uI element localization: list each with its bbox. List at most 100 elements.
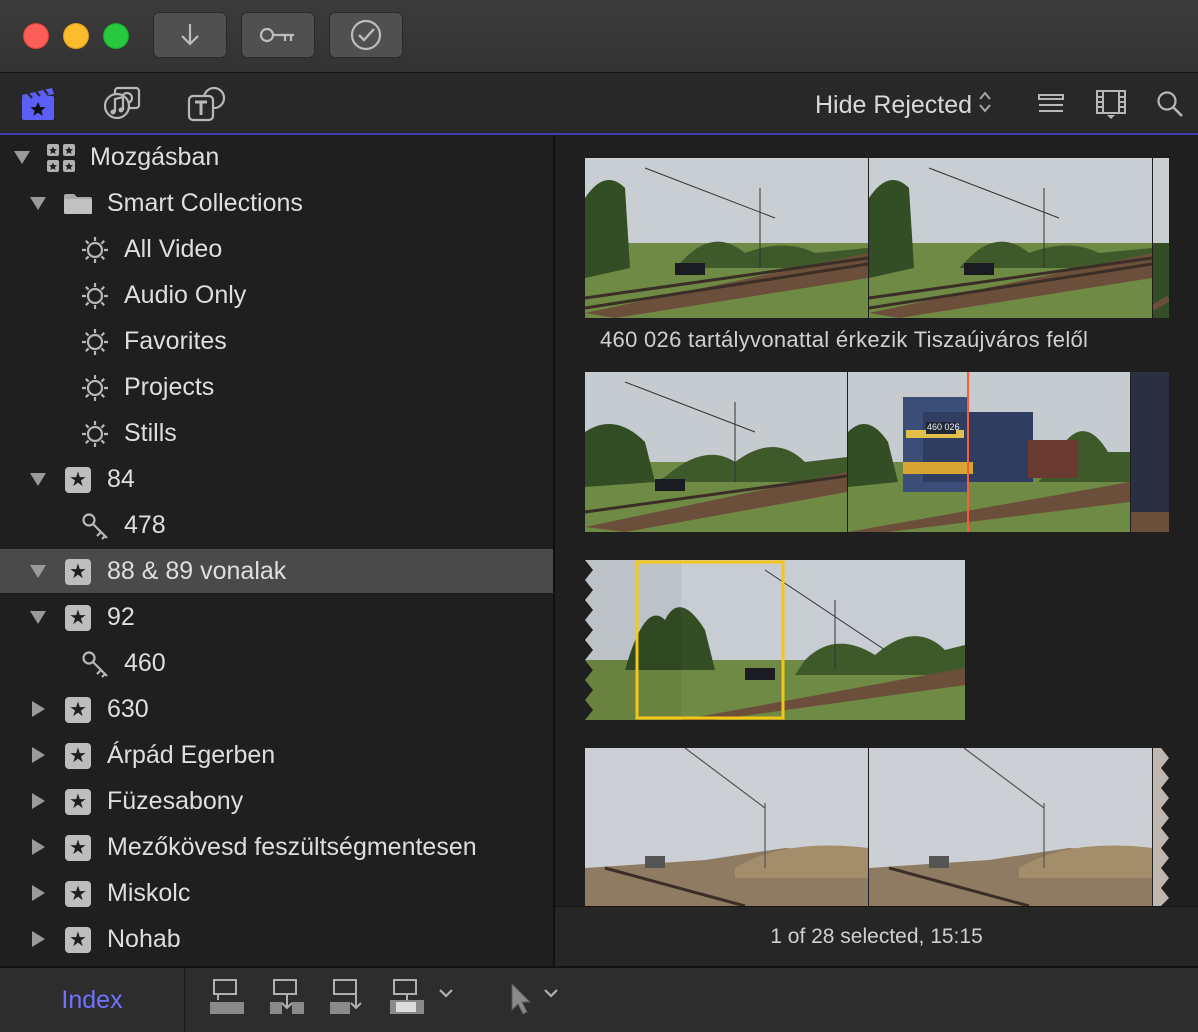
sidebar-item-label: Mozgásban (90, 143, 220, 171)
disclosure-collapsed-icon[interactable] (28, 929, 48, 949)
libraries-icon[interactable] (18, 85, 58, 123)
sidebar-item-füzesabony[interactable]: ★ Füzesabony (0, 779, 553, 823)
sidebar-item-92[interactable]: ★ 92 (0, 595, 553, 639)
clip-filmstrip-frame[interactable] (585, 560, 965, 720)
folder-icon (63, 189, 93, 219)
sidebar-item-label: Projects (124, 373, 215, 401)
sidebar-item-label: Nohab (107, 925, 181, 953)
append-clip-icon[interactable] (328, 978, 366, 1018)
sidebar-item-label: 92 (107, 603, 135, 631)
sidebar-item-label: Smart Collections (107, 189, 303, 217)
clip-filmstrip-frame[interactable] (1131, 372, 1169, 532)
minimize-window-button[interactable] (63, 23, 89, 49)
select-tool-icon[interactable] (508, 982, 532, 1016)
timeline-toolbar: Index (0, 966, 1198, 1032)
edit-options-chevron-icon[interactable] (436, 986, 456, 1000)
clip-filmstrip-frame[interactable] (585, 748, 868, 906)
sidebar-item-460[interactable]: 460 (0, 641, 553, 685)
smart-collection-icon (80, 373, 110, 403)
smart-collection-icon (80, 419, 110, 449)
selection-status: 1 of 28 selected, 15:15 (555, 906, 1198, 967)
disclosure-collapsed-icon[interactable] (28, 791, 48, 811)
sidebar-item-label: Stills (124, 419, 177, 447)
library-sidebar: Mozgásban Smart Collections All Video Audio… (0, 135, 555, 966)
event-star-icon: ★ (63, 925, 93, 955)
sidebar-item-88-89-vonalak[interactable]: ★ 88 & 89 vonalak (0, 549, 553, 593)
keyword-icon (80, 649, 110, 679)
titles-generators-icon[interactable] (186, 85, 226, 123)
clip-filmstrip-frame[interactable] (1153, 158, 1169, 318)
smart-collection-icon (80, 281, 110, 311)
list-view-icon[interactable] (1031, 85, 1071, 123)
search-icon[interactable] (1150, 85, 1190, 123)
disclosure-expanded-icon[interactable] (12, 147, 32, 167)
sidebar-item-label: Árpád Egerben (107, 741, 276, 769)
sidebar-item-smart-collections[interactable]: Smart Collections (0, 181, 553, 225)
event-star-icon: ★ (63, 603, 93, 633)
keywords-button[interactable] (241, 12, 315, 58)
disclosure-expanded-icon[interactable] (28, 561, 48, 581)
sidebar-item-label: 84 (107, 465, 135, 493)
browser-toolbar: Hide Rejected (0, 73, 1198, 135)
filmstrip-view-icon[interactable] (1091, 85, 1131, 123)
overwrite-clip-icon[interactable] (388, 978, 426, 1018)
library-icon (46, 143, 76, 173)
tools-chevron-icon[interactable] (541, 986, 561, 1000)
clip-filmstrip-frame[interactable] (585, 158, 868, 318)
event-star-icon: ★ (63, 465, 93, 495)
import-button[interactable] (153, 12, 227, 58)
clip-browser: 460 026 tartályvonattal érkezik Tiszaújv… (555, 135, 1198, 906)
sidebar-item-label: Favorites (124, 327, 227, 355)
sidebar-item-label: 460 (124, 649, 166, 677)
clip-filmstrip-frame[interactable] (869, 158, 1152, 318)
connect-clip-icon[interactable] (208, 978, 246, 1018)
event-star-icon: ★ (63, 833, 93, 863)
sidebar-item-árpád-egerben[interactable]: ★ Árpád Egerben (0, 733, 553, 777)
sidebar-item-projects[interactable]: Projects (0, 365, 553, 409)
sidebar-item-label: All Video (124, 235, 223, 263)
event-star-icon: ★ (63, 787, 93, 817)
title-bar (0, 0, 1198, 73)
insert-clip-icon[interactable] (268, 978, 306, 1018)
disclosure-collapsed-icon[interactable] (28, 745, 48, 765)
event-star-icon: ★ (63, 741, 93, 771)
disclosure-collapsed-icon[interactable] (28, 883, 48, 903)
photos-audio-icon[interactable] (102, 85, 142, 123)
sidebar-item-label: Miskolc (107, 879, 191, 907)
sidebar-item-84[interactable]: ★ 84 (0, 457, 553, 501)
clip-title: 460 026 tartályvonattal érkezik Tiszaújv… (600, 327, 1089, 352)
clip-filmstrip-frame[interactable]: 460 026 (848, 372, 1130, 532)
sidebar-item-stills[interactable]: Stills (0, 411, 553, 455)
sidebar-item-miskolc[interactable]: ★ Miskolc (0, 871, 553, 915)
clip-filmstrip-frame[interactable] (1153, 748, 1169, 906)
sidebar-item-all-video[interactable]: All Video (0, 227, 553, 271)
clip-filter-popup[interactable]: Hide Rejected (815, 89, 992, 122)
sidebar-item-label: Mezőkövesd feszültségmentesen (107, 833, 477, 861)
sidebar-item-nohab[interactable]: ★ Nohab (0, 917, 553, 961)
smart-collection-icon (80, 235, 110, 265)
sidebar-item-audio-only[interactable]: Audio Only (0, 273, 553, 317)
arrow-down-icon (179, 22, 201, 48)
disclosure-expanded-icon[interactable] (28, 193, 48, 213)
checkmark-circle-icon (349, 18, 383, 52)
sidebar-item-label: 630 (107, 695, 149, 723)
disclosure-expanded-icon[interactable] (28, 607, 48, 627)
disclosure-collapsed-icon[interactable] (28, 699, 48, 719)
background-tasks-button[interactable] (329, 12, 403, 58)
clip-filter-label: Hide Rejected (815, 91, 973, 119)
zoom-window-button[interactable] (103, 23, 129, 49)
locomotive-number: 460 026 (927, 422, 960, 432)
sidebar-item-mozgásban[interactable]: Mozgásban (0, 135, 553, 179)
disclosure-collapsed-icon[interactable] (28, 837, 48, 857)
sidebar-item-478[interactable]: 478 (0, 503, 553, 547)
clip-filmstrip-frame[interactable] (869, 748, 1152, 906)
event-star-icon: ★ (63, 879, 93, 909)
disclosure-expanded-icon[interactable] (28, 469, 48, 489)
event-star-icon: ★ (63, 695, 93, 725)
sidebar-item-630[interactable]: ★ 630 (0, 687, 553, 731)
clip-filmstrip-frame[interactable] (585, 372, 847, 532)
index-button[interactable]: Index (0, 968, 185, 1032)
close-window-button[interactable] (23, 23, 49, 49)
sidebar-item-favorites[interactable]: Favorites (0, 319, 553, 363)
sidebar-item-mezőkövesd-feszültségmentesen[interactable]: ★ Mezőkövesd feszültségmentesen (0, 825, 553, 869)
